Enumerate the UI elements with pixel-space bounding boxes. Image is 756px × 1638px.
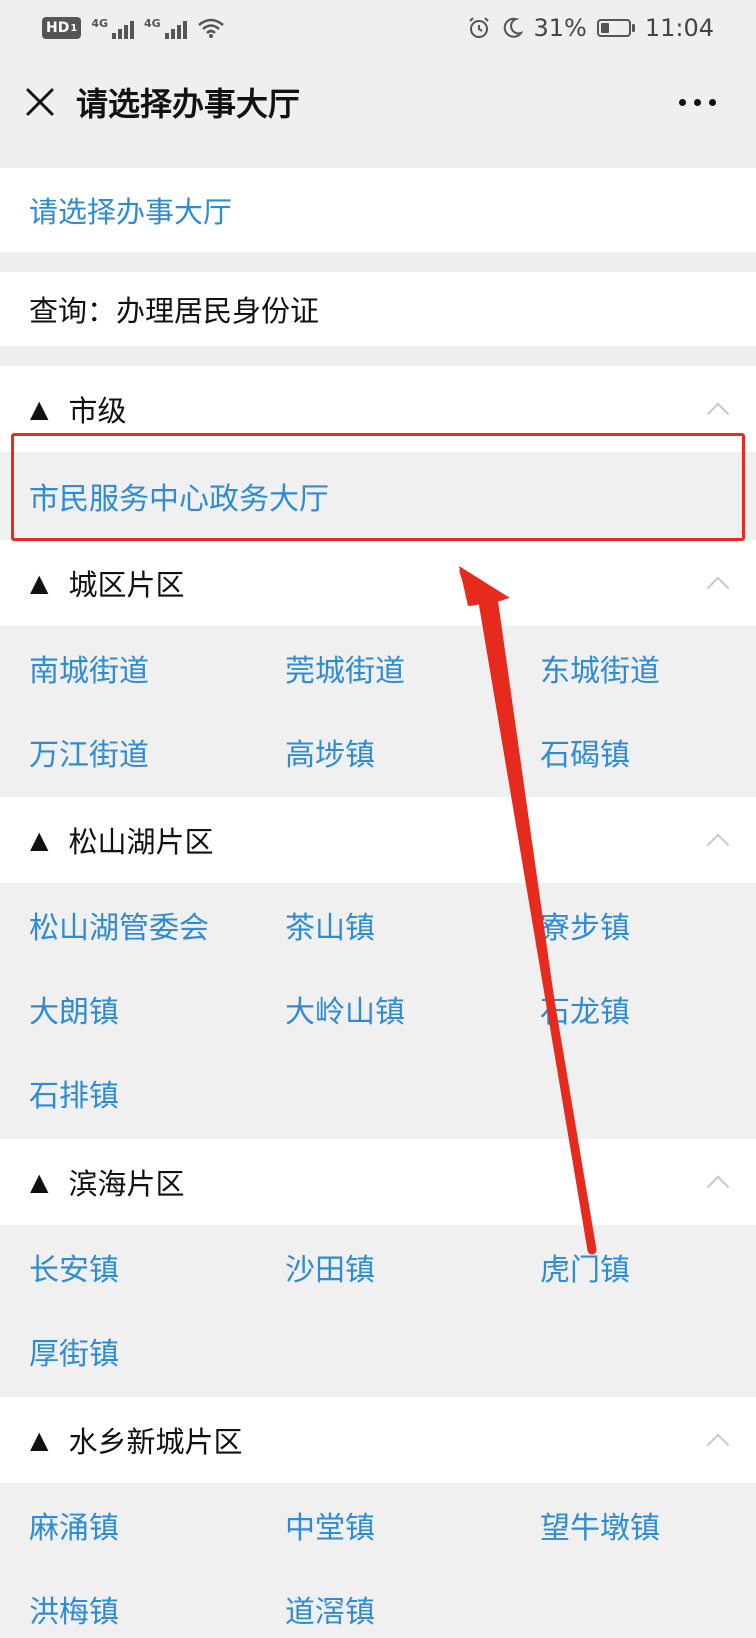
hall-item[interactable]: 莞城街道 — [285, 626, 405, 710]
moon-icon — [504, 17, 524, 38]
hall-item[interactable]: 石碣镇 — [540, 710, 630, 794]
hall-item[interactable]: 长安镇 — [29, 1225, 119, 1309]
section-body-urban: 南城街道 莞城街道 东城街道 万江街道 高埗镇 石碣镇 — [0, 626, 756, 796]
section-title: 城区片区 — [68, 568, 185, 602]
query-row: 查询：办理居民身份证 — [0, 272, 756, 346]
alarm-icon — [469, 17, 490, 38]
hall-item[interactable]: 高埗镇 — [285, 710, 375, 794]
close-icon[interactable] — [24, 86, 56, 118]
hd-badge: HD 1 — [42, 17, 82, 39]
hall-item[interactable]: 洪梅镇 — [29, 1567, 119, 1638]
hall-item[interactable]: 望牛墩镇 — [540, 1483, 660, 1567]
nav-bar: 请选择办事大厅 — [0, 56, 756, 148]
hall-item[interactable]: 石排镇 — [29, 1051, 119, 1135]
hall-item[interactable]: 茶山镇 — [285, 883, 375, 967]
section-header-coastal[interactable]: ▲ 滨海片区 — [0, 1139, 756, 1225]
hall-item[interactable]: 寮步镇 — [540, 883, 630, 967]
hall-item[interactable]: 道滘镇 — [285, 1567, 375, 1638]
triangle-up-icon: ▲ — [30, 1426, 49, 1454]
hall-item[interactable]: 厚街镇 — [29, 1309, 119, 1393]
battery-icon — [596, 19, 635, 37]
signal-icon-2: 4G — [144, 17, 187, 39]
status-right: 31% 11:04 — [467, 14, 714, 42]
hall-item[interactable]: 石龙镇 — [540, 967, 630, 1051]
hall-item-citizen-service-center[interactable]: 市民服务中心政务大厅 — [29, 454, 329, 538]
hall-item[interactable]: 沙田镇 — [285, 1225, 375, 1309]
chevron-up-icon — [706, 833, 730, 857]
hall-item[interactable]: 中堂镇 — [285, 1483, 375, 1567]
triangle-up-icon: ▲ — [30, 395, 49, 423]
hall-item[interactable]: 南城街道 — [29, 626, 149, 710]
section-title: 松山湖片区 — [68, 825, 214, 859]
hall-item[interactable]: 东城街道 — [540, 626, 660, 710]
app-screen: HD 1 4G 4G 31% 11:04 请选择办事大厅 请选择办事大厅 查询：… — [0, 0, 756, 1638]
chevron-up-icon — [706, 1175, 730, 1199]
page-title: 请选择办事大厅 — [76, 85, 301, 123]
query-label: 查询：办理居民身份证 — [29, 294, 320, 328]
section-header-water-town[interactable]: ▲ 水乡新城片区 — [0, 1397, 756, 1483]
hall-item[interactable]: 大岭山镇 — [285, 967, 405, 1051]
section-title: 滨海片区 — [68, 1167, 185, 1201]
hall-item[interactable]: 麻涌镇 — [29, 1483, 119, 1567]
section-title: 水乡新城片区 — [68, 1425, 243, 1459]
section-body-water-town: 麻涌镇 中堂镇 望牛墩镇 洪梅镇 道滘镇 — [0, 1483, 756, 1638]
section-header-urban[interactable]: ▲ 城区片区 — [0, 540, 756, 626]
clock: 11:04 — [644, 14, 714, 42]
chevron-up-icon — [706, 576, 730, 600]
hall-item[interactable]: 大朗镇 — [29, 967, 119, 1051]
section-header-city[interactable]: ▲ 市级 — [0, 366, 756, 452]
battery-percent: 31% — [533, 14, 587, 42]
wifi-icon — [197, 18, 224, 38]
section-header-songshan-lake[interactable]: ▲ 松山湖片区 — [0, 797, 756, 883]
section-title: 市级 — [68, 394, 127, 428]
more-menu-icon[interactable] — [679, 98, 732, 106]
select-hall-header: 请选择办事大厅 — [0, 168, 756, 252]
triangle-up-icon: ▲ — [30, 569, 49, 597]
chevron-up-icon — [706, 402, 730, 426]
hall-item[interactable]: 万江街道 — [29, 710, 149, 794]
triangle-up-icon: ▲ — [30, 826, 49, 854]
section-body-songshan-lake: 松山湖管委会 茶山镇 寮步镇 大朗镇 大岭山镇 石龙镇 石排镇 — [0, 883, 756, 1137]
select-hall-label: 请选择办事大厅 — [29, 195, 233, 229]
hall-item[interactable]: 松山湖管委会 — [29, 883, 209, 967]
hall-item[interactable]: 虎门镇 — [540, 1225, 630, 1309]
section-body-city: 市民服务中心政务大厅 — [0, 452, 756, 540]
status-left: HD 1 4G 4G — [42, 17, 225, 39]
chevron-up-icon — [706, 1433, 730, 1457]
status-bar: HD 1 4G 4G 31% 11:04 — [0, 0, 756, 56]
section-body-coastal: 长安镇 沙田镇 虎门镇 厚街镇 — [0, 1225, 756, 1395]
signal-icon-1: 4G — [91, 17, 134, 39]
triangle-up-icon: ▲ — [30, 1168, 49, 1196]
